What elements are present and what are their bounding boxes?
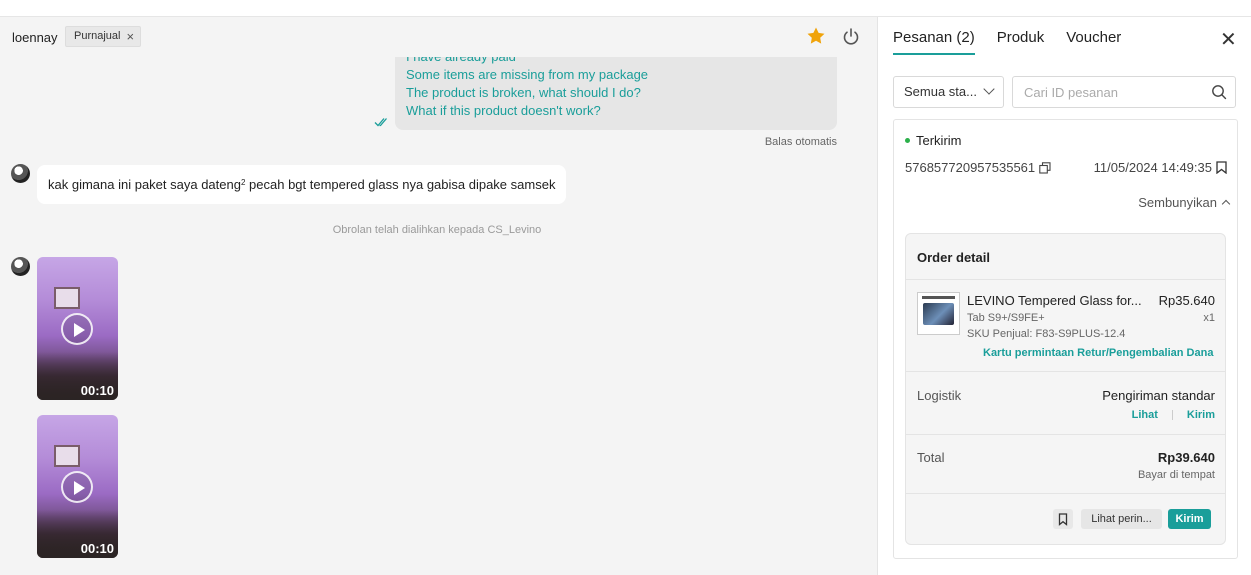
outgoing-message: I have already paid Some items are missi…	[395, 57, 837, 130]
send-order-button[interactable]: Kirim	[1168, 509, 1211, 529]
message-line: The product is broken, what should I do?	[406, 85, 641, 100]
return-request-link[interactable]: Kartu permintaan Retur/Pengembalian Dana	[983, 347, 1213, 359]
message-line: What if this product doesn't work?	[406, 103, 601, 118]
message-line: Some items are missing from my package	[406, 67, 649, 82]
payment-method: Bayar di tempat	[1137, 469, 1215, 481]
video-duration: 00:10	[80, 383, 114, 398]
order-date: 11/05/2024 14:49:35	[1094, 160, 1227, 175]
chevron-up-icon	[1221, 199, 1231, 209]
logistics-label: Logistik	[917, 388, 962, 403]
incoming-message-text: kak gimana ini paket saya dateng	[48, 177, 241, 192]
play-icon[interactable]	[61, 313, 93, 345]
video-duration: 00:10	[80, 541, 114, 556]
video-message[interactable]: 00:10	[37, 415, 118, 558]
star-icon[interactable]	[806, 26, 826, 46]
order-detail-title: Order detail	[917, 250, 990, 265]
bookmark-icon	[1058, 513, 1068, 526]
avatar[interactable]	[11, 164, 30, 183]
panel-tabs: Pesanan (2) Produk Voucher	[893, 29, 1121, 55]
product-sku: SKU Penjual: F83-S9PLUS-12.4	[967, 328, 1126, 340]
view-details-button[interactable]: Lihat perin...	[1081, 509, 1162, 529]
video-thumbnail	[54, 445, 80, 467]
top-strip	[0, 0, 1251, 17]
total-value: Rp39.640	[1157, 450, 1215, 465]
product-thumbnail[interactable]	[917, 292, 960, 335]
order-detail: Order detail LEVINO Tempered Glass for..…	[905, 233, 1226, 545]
buyer-tag: Purnajual ×	[65, 26, 142, 47]
close-icon[interactable]: ✕	[1220, 27, 1237, 52]
divider	[1171, 410, 1173, 420]
order-card: Terkirim 576857720957535561 11/05/2024 1…	[893, 119, 1238, 559]
order-id: 576857720957535561	[905, 160, 1051, 175]
video-message[interactable]: 00:10	[37, 257, 118, 400]
system-note: Obrolan telah dialihkan kepada CS_Levino	[332, 224, 542, 236]
total-label: Total	[917, 450, 945, 465]
product-name[interactable]: LEVINO Tempered Glass for...	[967, 293, 1142, 308]
view-logistics-link[interactable]: Lihat	[1132, 409, 1158, 421]
chat-username: loennay	[12, 30, 58, 45]
tab-products[interactable]: Produk	[997, 29, 1045, 55]
order-panel: Pesanan (2) Produk Voucher ✕ Semua sta..…	[877, 17, 1251, 575]
avatar[interactable]	[11, 257, 30, 276]
play-icon[interactable]	[61, 471, 93, 503]
bookmark-icon[interactable]	[1216, 161, 1227, 174]
divider	[906, 371, 1225, 372]
send-logistics-link[interactable]: Kirim	[1187, 409, 1215, 421]
tab-orders[interactable]: Pesanan (2)	[893, 29, 975, 55]
double-check-icon	[374, 118, 387, 127]
order-search-input[interactable]	[1013, 77, 1193, 107]
status-dot	[905, 138, 910, 143]
search-icon[interactable]	[1211, 84, 1227, 100]
auto-reply-label: Balas otomatis	[764, 136, 837, 148]
thumb-header	[922, 296, 955, 299]
status-filter-select[interactable]: Semua sta...	[893, 76, 1004, 108]
video-thumbnail	[54, 287, 80, 309]
chat-area: loennay Purnajual × I have already paid …	[0, 17, 877, 575]
thumb-tablet	[923, 303, 954, 325]
chevron-down-icon	[983, 83, 995, 95]
divider	[906, 493, 1225, 494]
bookmark-button[interactable]	[1053, 509, 1073, 529]
tab-vouchers[interactable]: Voucher	[1066, 29, 1121, 55]
incoming-message-text-rest: pecah bgt tempered glass nya gabisa dipa…	[245, 177, 556, 192]
chat-header: loennay Purnajual ×	[0, 17, 877, 57]
order-id-value: 576857720957535561	[905, 160, 1036, 175]
close-icon[interactable]: ×	[126, 27, 134, 46]
message-line: I have already paid	[406, 57, 826, 66]
divider	[906, 434, 1225, 435]
order-status: Terkirim	[905, 133, 962, 148]
buyer-tag-label: Purnajual	[74, 30, 121, 42]
logistics-value: Pengiriman standar	[1102, 388, 1215, 403]
power-icon[interactable]	[841, 27, 861, 47]
divider	[906, 279, 1225, 280]
logistics-actions: Lihat Kirim	[1132, 409, 1215, 421]
product-price: Rp35.640	[1158, 293, 1215, 308]
copy-icon[interactable]	[1039, 161, 1051, 174]
hide-details-label: Sembunyikan	[1138, 195, 1217, 210]
hide-details-toggle[interactable]: Sembunyikan	[1138, 195, 1231, 210]
order-status-label: Terkirim	[916, 133, 962, 148]
status-filter-value: Semua sta...	[904, 84, 977, 99]
product-quantity: x1	[1203, 312, 1215, 324]
incoming-message: kak gimana ini paket saya dateng2 pecah …	[37, 165, 567, 204]
product-variant: Tab S9+/S9FE+	[967, 312, 1045, 324]
order-search	[1012, 76, 1236, 108]
order-date-value: 11/05/2024 14:49:35	[1093, 160, 1212, 175]
